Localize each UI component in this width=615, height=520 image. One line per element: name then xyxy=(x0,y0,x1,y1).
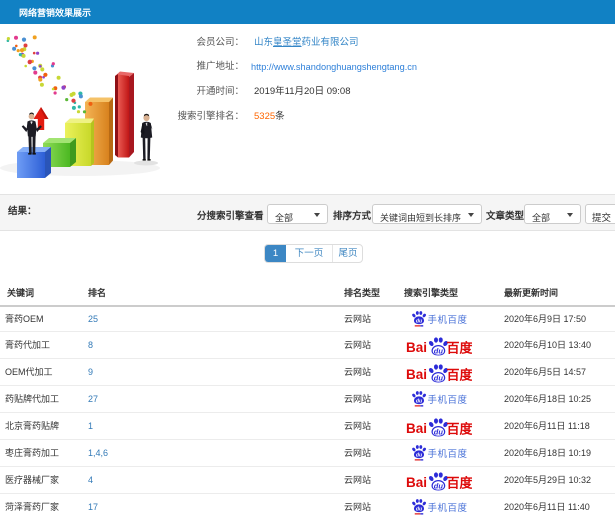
svg-text:du: du xyxy=(434,347,444,356)
svg-text:Bai: Bai xyxy=(406,421,427,436)
svg-text:du: du xyxy=(415,452,422,458)
svg-text:du: du xyxy=(434,374,444,383)
svg-text:Bai: Bai xyxy=(406,475,427,490)
svg-text:du: du xyxy=(434,482,444,491)
svg-text:du: du xyxy=(434,428,444,437)
svg-text:Bai: Bai xyxy=(406,340,427,355)
svg-text:du: du xyxy=(415,506,422,512)
svg-text:Bai: Bai xyxy=(406,367,427,382)
svg-text:du: du xyxy=(415,318,422,324)
svg-text:百度: 百度 xyxy=(447,368,473,383)
svg-text:du: du xyxy=(415,398,422,404)
svg-text:百度: 百度 xyxy=(447,341,473,356)
svg-text:百度: 百度 xyxy=(447,422,473,437)
svg-text:百度: 百度 xyxy=(447,476,473,491)
